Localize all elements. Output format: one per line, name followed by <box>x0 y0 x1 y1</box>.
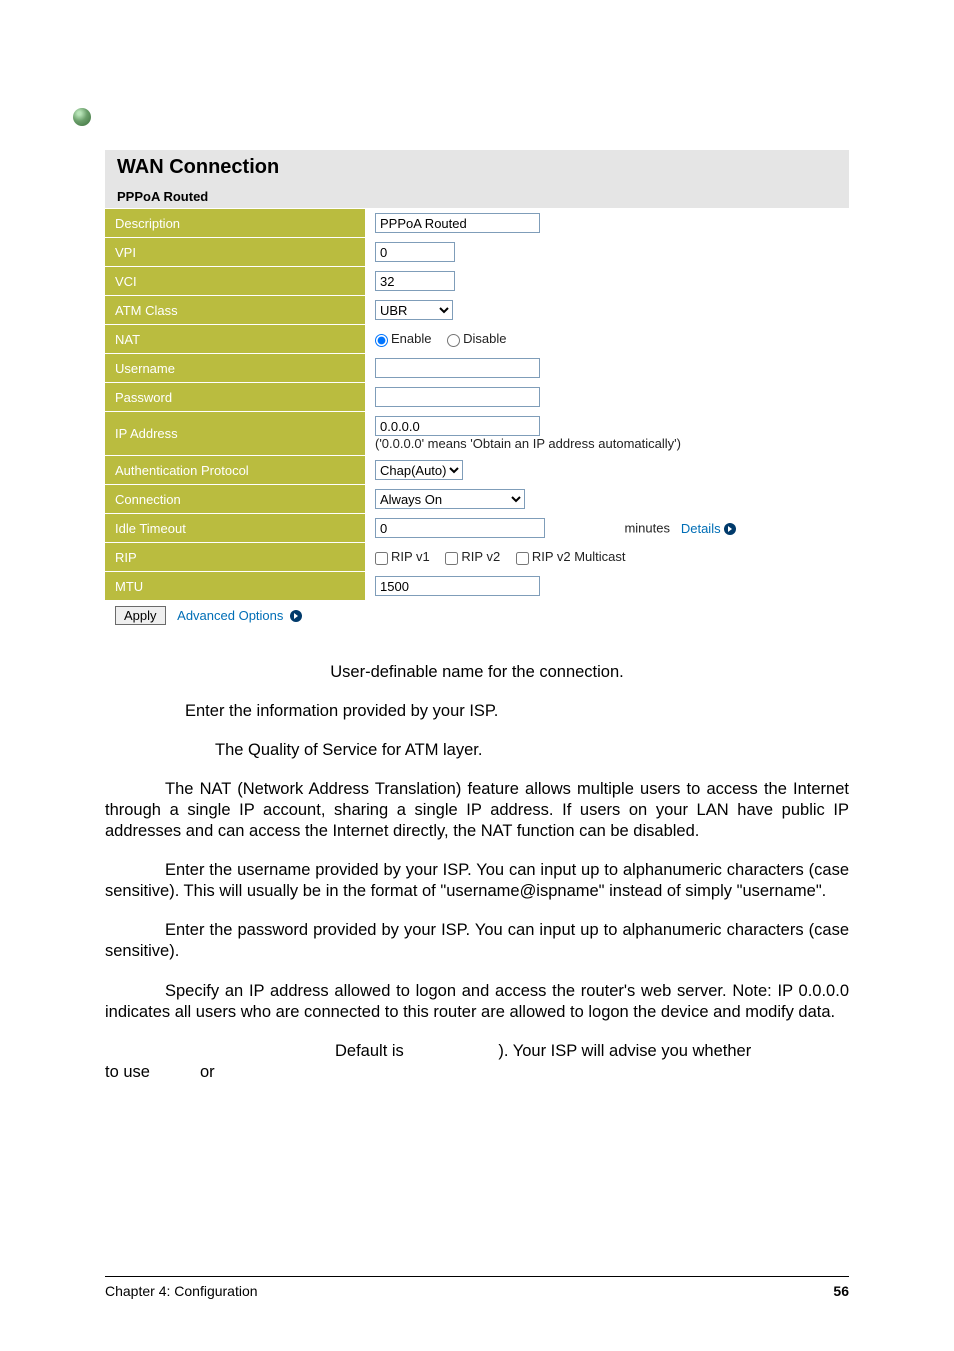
rip-v2m-checkbox[interactable] <box>516 552 529 565</box>
connection-select[interactable]: Always On <box>375 489 525 509</box>
desc-p3: The Quality of Service for ATM layer. <box>105 740 849 761</box>
row-atm: ATM Class UBR <box>105 296 849 325</box>
row-rip: RIP RIP v1 RIP v2 RIP v2 Multicast <box>105 543 849 572</box>
vpi-input[interactable] <box>375 242 455 262</box>
rip-v2-option[interactable]: RIP v2 <box>445 549 500 564</box>
nat-disable-option[interactable]: Disable <box>447 331 506 346</box>
label-nat: NAT <box>105 325 365 354</box>
config-table: Description VPI VCI ATM Class <box>105 208 849 630</box>
wan-connection-panel: WAN Connection PPPoA Routed Description … <box>105 150 849 630</box>
label-description: Description <box>105 209 365 238</box>
nat-enable-option[interactable]: Enable <box>375 331 431 346</box>
label-ip: IP Address <box>105 412 365 456</box>
atm-class-select[interactable]: UBR <box>375 300 453 320</box>
row-username: Username <box>105 354 849 383</box>
label-rip: RIP <box>105 543 365 572</box>
ip-input[interactable] <box>375 416 540 436</box>
desc-p5: Enter the username provided by your ISP.… <box>105 860 849 902</box>
globe-icon <box>73 108 91 126</box>
nat-disable-label: Disable <box>463 331 506 346</box>
desc-p6: Enter the password provided by your ISP.… <box>105 920 849 962</box>
row-description: Description <box>105 209 849 238</box>
rip-v1-option[interactable]: RIP v1 <box>375 549 430 564</box>
mtu-input[interactable] <box>375 576 540 596</box>
footer-divider <box>105 1276 849 1277</box>
rip-v1-checkbox[interactable] <box>375 552 388 565</box>
row-connection: Connection Always On <box>105 485 849 514</box>
rip-v2-checkbox[interactable] <box>445 552 458 565</box>
desc-p1: User-definable name for the connection. <box>105 662 849 683</box>
row-auth: Authentication Protocol Chap(Auto) <box>105 456 849 485</box>
vci-input[interactable] <box>375 271 455 291</box>
advanced-options-link[interactable]: Advanced Options <box>177 608 303 623</box>
page-number: 56 <box>833 1283 849 1299</box>
password-input[interactable] <box>375 387 540 407</box>
username-input[interactable] <box>375 358 540 378</box>
row-password: Password <box>105 383 849 412</box>
description-block: User-definable name for the connection. … <box>105 662 849 1084</box>
section-title: PPPoA Routed <box>105 185 849 208</box>
nat-enable-label: Enable <box>391 331 431 346</box>
row-nat: NAT Enable Disable <box>105 325 849 354</box>
description-input[interactable] <box>375 213 540 233</box>
arrow-right-icon <box>723 522 737 536</box>
ip-hint: ('0.0.0.0' means 'Obtain an IP address a… <box>375 436 681 451</box>
row-idle: Idle Timeout minutes Details <box>105 514 849 543</box>
row-vpi: VPI <box>105 238 849 267</box>
rip-v2m-option[interactable]: RIP v2 Multicast <box>516 549 626 564</box>
label-password: Password <box>105 383 365 412</box>
label-vpi: VPI <box>105 238 365 267</box>
footer-chapter: Chapter 4: Configuration <box>105 1283 258 1299</box>
arrow-right-icon <box>289 609 303 623</box>
row-footer: Apply Advanced Options <box>105 601 849 630</box>
rip-v2m-label: RIP v2 Multicast <box>532 549 626 564</box>
label-vci: VCI <box>105 267 365 296</box>
rip-v1-label: RIP v1 <box>391 549 430 564</box>
label-mtu: MTU <box>105 572 365 601</box>
rip-v2-label: RIP v2 <box>461 549 500 564</box>
desc-p8: Default is ). Your ISP will advise you w… <box>105 1041 849 1083</box>
nat-disable-radio[interactable] <box>447 334 460 347</box>
nat-enable-radio[interactable] <box>375 334 388 347</box>
label-connection: Connection <box>105 485 365 514</box>
auth-protocol-select[interactable]: Chap(Auto) <box>375 460 463 480</box>
row-ip: IP Address ('0.0.0.0' means 'Obtain an I… <box>105 412 849 456</box>
desc-p2: Enter the information provided by your I… <box>105 701 849 722</box>
row-vci: VCI <box>105 267 849 296</box>
label-username: Username <box>105 354 365 383</box>
idle-timeout-input[interactable] <box>375 518 545 538</box>
apply-button[interactable]: Apply <box>115 606 166 625</box>
desc-p4: The NAT (Network Address Translation) fe… <box>105 779 849 842</box>
label-auth: Authentication Protocol <box>105 456 365 485</box>
row-mtu: MTU <box>105 572 849 601</box>
idle-unit: minutes <box>624 521 670 536</box>
panel-title: WAN Connection <box>105 150 849 185</box>
desc-p7: Specify an IP address allowed to logon a… <box>105 981 849 1023</box>
label-idle: Idle Timeout <box>105 514 365 543</box>
label-atm: ATM Class <box>105 296 365 325</box>
details-link[interactable]: Details <box>681 521 737 536</box>
